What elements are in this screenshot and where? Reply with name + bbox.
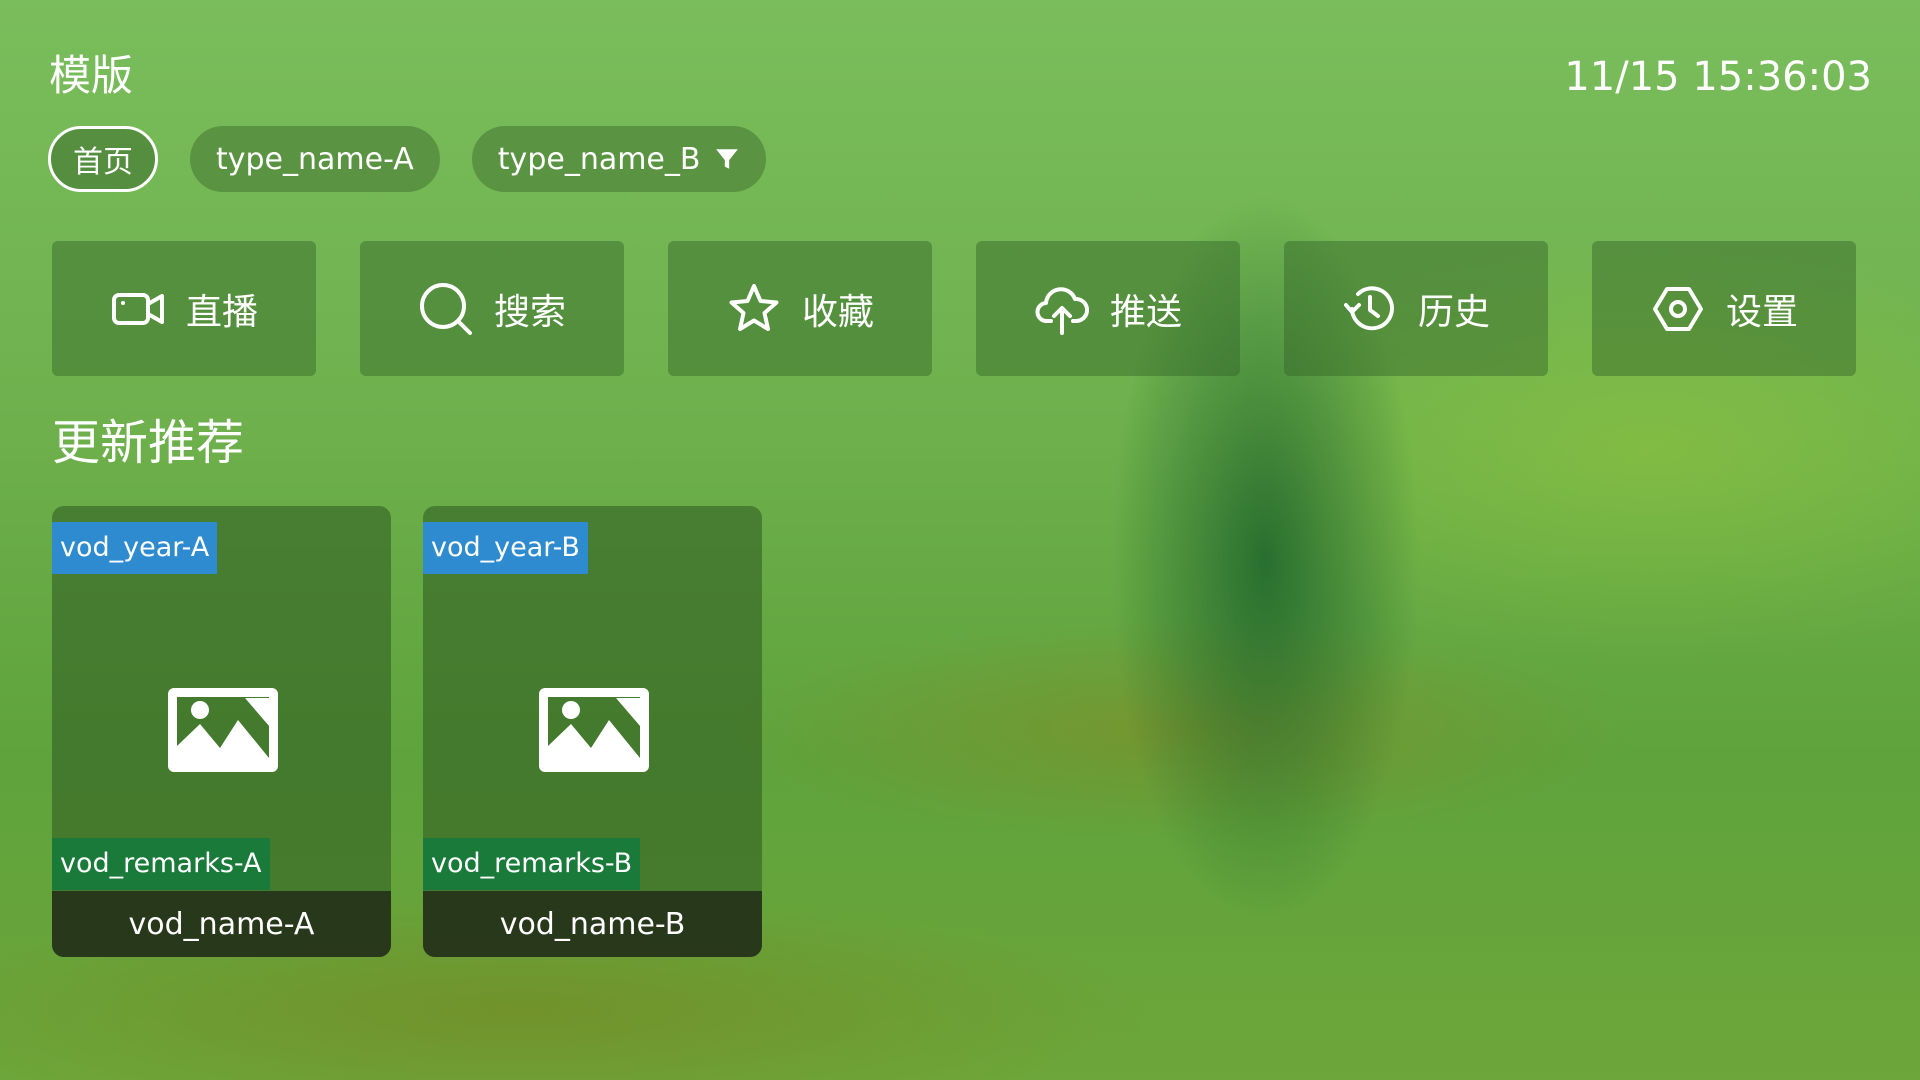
history-icon (1343, 285, 1394, 330)
year-badge: vod_year-B (423, 522, 588, 574)
category-tabs: 首页 type_name-A type_name_B (48, 126, 767, 192)
settings-icon (1652, 286, 1703, 331)
vod-name: vod_name-B (423, 891, 762, 957)
search-icon (419, 282, 472, 335)
section-title: 更新推荐 (52, 415, 245, 471)
clock: 11/15 15:36:03 (1564, 54, 1872, 100)
video-camera-icon (111, 292, 164, 325)
recommend-list: vod_year-A vod_remarks-A vod_name-A vod_… (52, 506, 762, 957)
live-button[interactable]: 直播 (52, 241, 316, 376)
action-label: 推送 (1109, 291, 1182, 333)
remarks-badge: vod_remarks-A (52, 838, 270, 890)
action-label: 搜索 (493, 291, 566, 333)
action-label: 直播 (185, 291, 258, 333)
vod-name: vod_name-A (52, 891, 391, 957)
tab-label: type_name-A (216, 141, 414, 177)
remarks-badge: vod_remarks-B (423, 838, 641, 890)
tab-label: 首页 (73, 145, 133, 180)
settings-button[interactable]: 设置 (1592, 241, 1856, 376)
tab-type-a[interactable]: type_name-A (190, 126, 440, 192)
vod-card[interactable]: vod_year-A vod_remarks-A vod_name-A (52, 506, 391, 957)
tab-home[interactable]: 首页 (48, 126, 158, 192)
vod-card[interactable]: vod_year-B vod_remarks-B vod_name-B (423, 506, 762, 957)
filter-icon[interactable] (714, 146, 740, 172)
history-button[interactable]: 历史 (1284, 241, 1548, 376)
image-placeholder-icon (168, 688, 278, 772)
tab-label: type_name_B (497, 141, 701, 177)
quick-actions: 直播 搜索 收藏 推送 历史 设置 (52, 241, 1856, 376)
search-button[interactable]: 搜索 (360, 241, 624, 376)
cloud-upload-icon (1035, 286, 1090, 335)
action-label: 历史 (1417, 291, 1490, 333)
image-placeholder-icon (539, 688, 649, 772)
tab-type-b[interactable]: type_name_B (471, 126, 767, 192)
push-button[interactable]: 推送 (976, 241, 1240, 376)
favorites-button[interactable]: 收藏 (668, 241, 932, 376)
action-label: 设置 (1725, 291, 1798, 333)
action-label: 收藏 (801, 291, 874, 333)
star-icon (729, 283, 779, 331)
year-badge: vod_year-A (52, 522, 218, 574)
app-title: 模版 (49, 51, 134, 100)
